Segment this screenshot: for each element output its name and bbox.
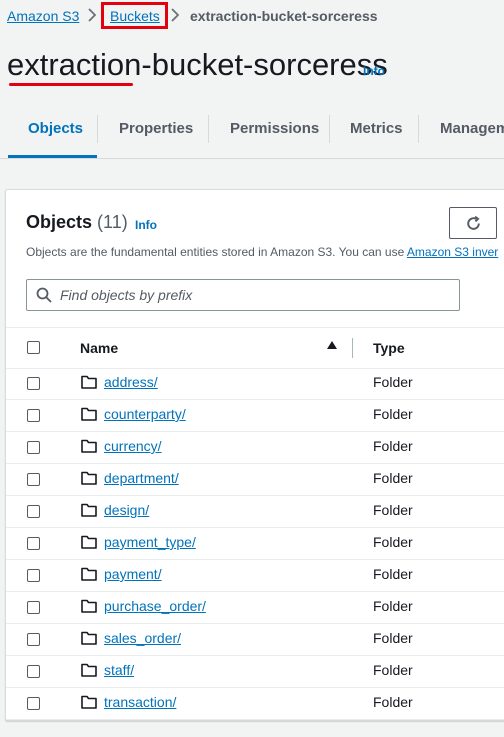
row-checkbox[interactable] — [27, 473, 40, 486]
folder-icon — [81, 439, 97, 453]
page-info-link[interactable]: Info — [363, 64, 385, 78]
objects-description: Objects are the fundamental entities sto… — [26, 245, 498, 259]
table-header: Name Type — [6, 327, 504, 369]
row-checkbox[interactable] — [27, 601, 40, 614]
chevron-right-icon — [171, 8, 179, 22]
row-checkbox[interactable] — [27, 505, 40, 518]
objects-info-link[interactable]: Info — [135, 218, 157, 232]
page-title: extraction-bucket-sorceress — [7, 47, 388, 82]
table-row: staff/Folder — [6, 655, 504, 688]
object-name-link[interactable]: payment_type/ — [104, 534, 196, 550]
refresh-icon — [467, 215, 480, 230]
objects-count: (11) — [97, 212, 128, 232]
column-resizer[interactable] — [352, 338, 353, 358]
object-type: Folder — [373, 438, 413, 454]
object-type: Folder — [373, 502, 413, 518]
search-icon — [36, 287, 52, 303]
object-name-link[interactable]: purchase_order/ — [104, 598, 206, 614]
folder-icon — [81, 695, 97, 709]
object-name-link[interactable]: staff/ — [104, 662, 134, 678]
object-name-link[interactable]: design/ — [104, 502, 149, 518]
tab-permissions[interactable]: Permissions — [230, 100, 319, 158]
row-checkbox[interactable] — [27, 377, 40, 390]
objects-heading: Objects (11) — [26, 212, 128, 233]
row-checkbox[interactable] — [27, 633, 40, 646]
tab-divider — [418, 115, 419, 143]
folder-icon — [81, 375, 97, 389]
table-row: design/Folder — [6, 495, 504, 528]
object-type: Folder — [373, 694, 413, 710]
row-checkbox[interactable] — [27, 409, 40, 422]
table-row: address/Folder — [6, 367, 504, 400]
refresh-button[interactable] — [449, 207, 497, 239]
folder-icon — [81, 631, 97, 645]
folder-icon — [81, 535, 97, 549]
row-checkbox[interactable] — [27, 537, 40, 550]
object-type: Folder — [373, 470, 413, 486]
object-type: Folder — [373, 598, 413, 614]
row-checkbox[interactable] — [27, 441, 40, 454]
column-header-type[interactable]: Type — [373, 340, 405, 356]
annotation-highlight-box — [101, 2, 168, 29]
folder-icon — [81, 663, 97, 677]
table-row: payment_type/Folder — [6, 527, 504, 560]
sort-ascending-icon[interactable] — [327, 341, 337, 349]
object-type: Folder — [373, 662, 413, 678]
row-checkbox[interactable] — [27, 665, 40, 678]
folder-icon — [81, 567, 97, 581]
object-type: Folder — [373, 406, 413, 422]
folder-icon — [81, 503, 97, 517]
column-header-name[interactable]: Name — [80, 340, 118, 356]
search-placeholder: Find objects by prefix — [60, 287, 193, 303]
search-input[interactable]: Find objects by prefix — [26, 279, 460, 311]
tab-objects[interactable]: Objects — [28, 100, 83, 158]
table-row: transaction/Folder — [6, 687, 504, 720]
object-name-link[interactable]: currency/ — [104, 438, 162, 454]
table-row: sales_order/Folder — [6, 623, 504, 656]
object-name-link[interactable]: sales_order/ — [104, 630, 181, 646]
table-row: purchase_order/Folder — [6, 591, 504, 624]
object-name-link[interactable]: payment/ — [104, 566, 162, 582]
folder-icon — [81, 471, 97, 485]
table-row: currency/Folder — [6, 431, 504, 464]
object-type: Folder — [373, 374, 413, 390]
tab-management[interactable]: Managem — [440, 100, 504, 158]
select-all-checkbox[interactable] — [27, 341, 40, 354]
amazon-s3-inventory-link[interactable]: Amazon S3 inver — [407, 245, 498, 259]
tab-properties[interactable]: Properties — [119, 100, 193, 158]
table-row: department/Folder — [6, 463, 504, 496]
object-name-link[interactable]: address/ — [104, 374, 158, 390]
objects-heading-label: Objects — [26, 212, 93, 232]
object-type: Folder — [373, 630, 413, 646]
row-checkbox[interactable] — [27, 569, 40, 582]
objects-description-text: Objects are the fundamental entities sto… — [26, 245, 405, 259]
object-name-link[interactable]: department/ — [104, 470, 179, 486]
active-tab-indicator — [8, 155, 97, 158]
annotation-underline — [9, 83, 133, 86]
tab-divider — [329, 115, 330, 143]
table-row: payment/Folder — [6, 559, 504, 592]
tab-divider — [208, 115, 209, 143]
row-checkbox[interactable] — [27, 697, 40, 710]
folder-icon — [81, 599, 97, 613]
table-row: counterparty/Folder — [6, 399, 504, 432]
object-type: Folder — [373, 534, 413, 550]
object-type: Folder — [373, 566, 413, 582]
breadcrumb-current-bucket: extraction-bucket-sorceress — [190, 8, 378, 24]
tab-metrics[interactable]: Metrics — [350, 100, 403, 158]
chevron-right-icon — [88, 8, 96, 22]
object-name-link[interactable]: counterparty/ — [104, 406, 186, 422]
tab-divider — [97, 115, 98, 143]
breadcrumb-amazon-s3[interactable]: Amazon S3 — [7, 8, 79, 24]
object-name-link[interactable]: transaction/ — [104, 694, 176, 710]
folder-icon — [81, 407, 97, 421]
